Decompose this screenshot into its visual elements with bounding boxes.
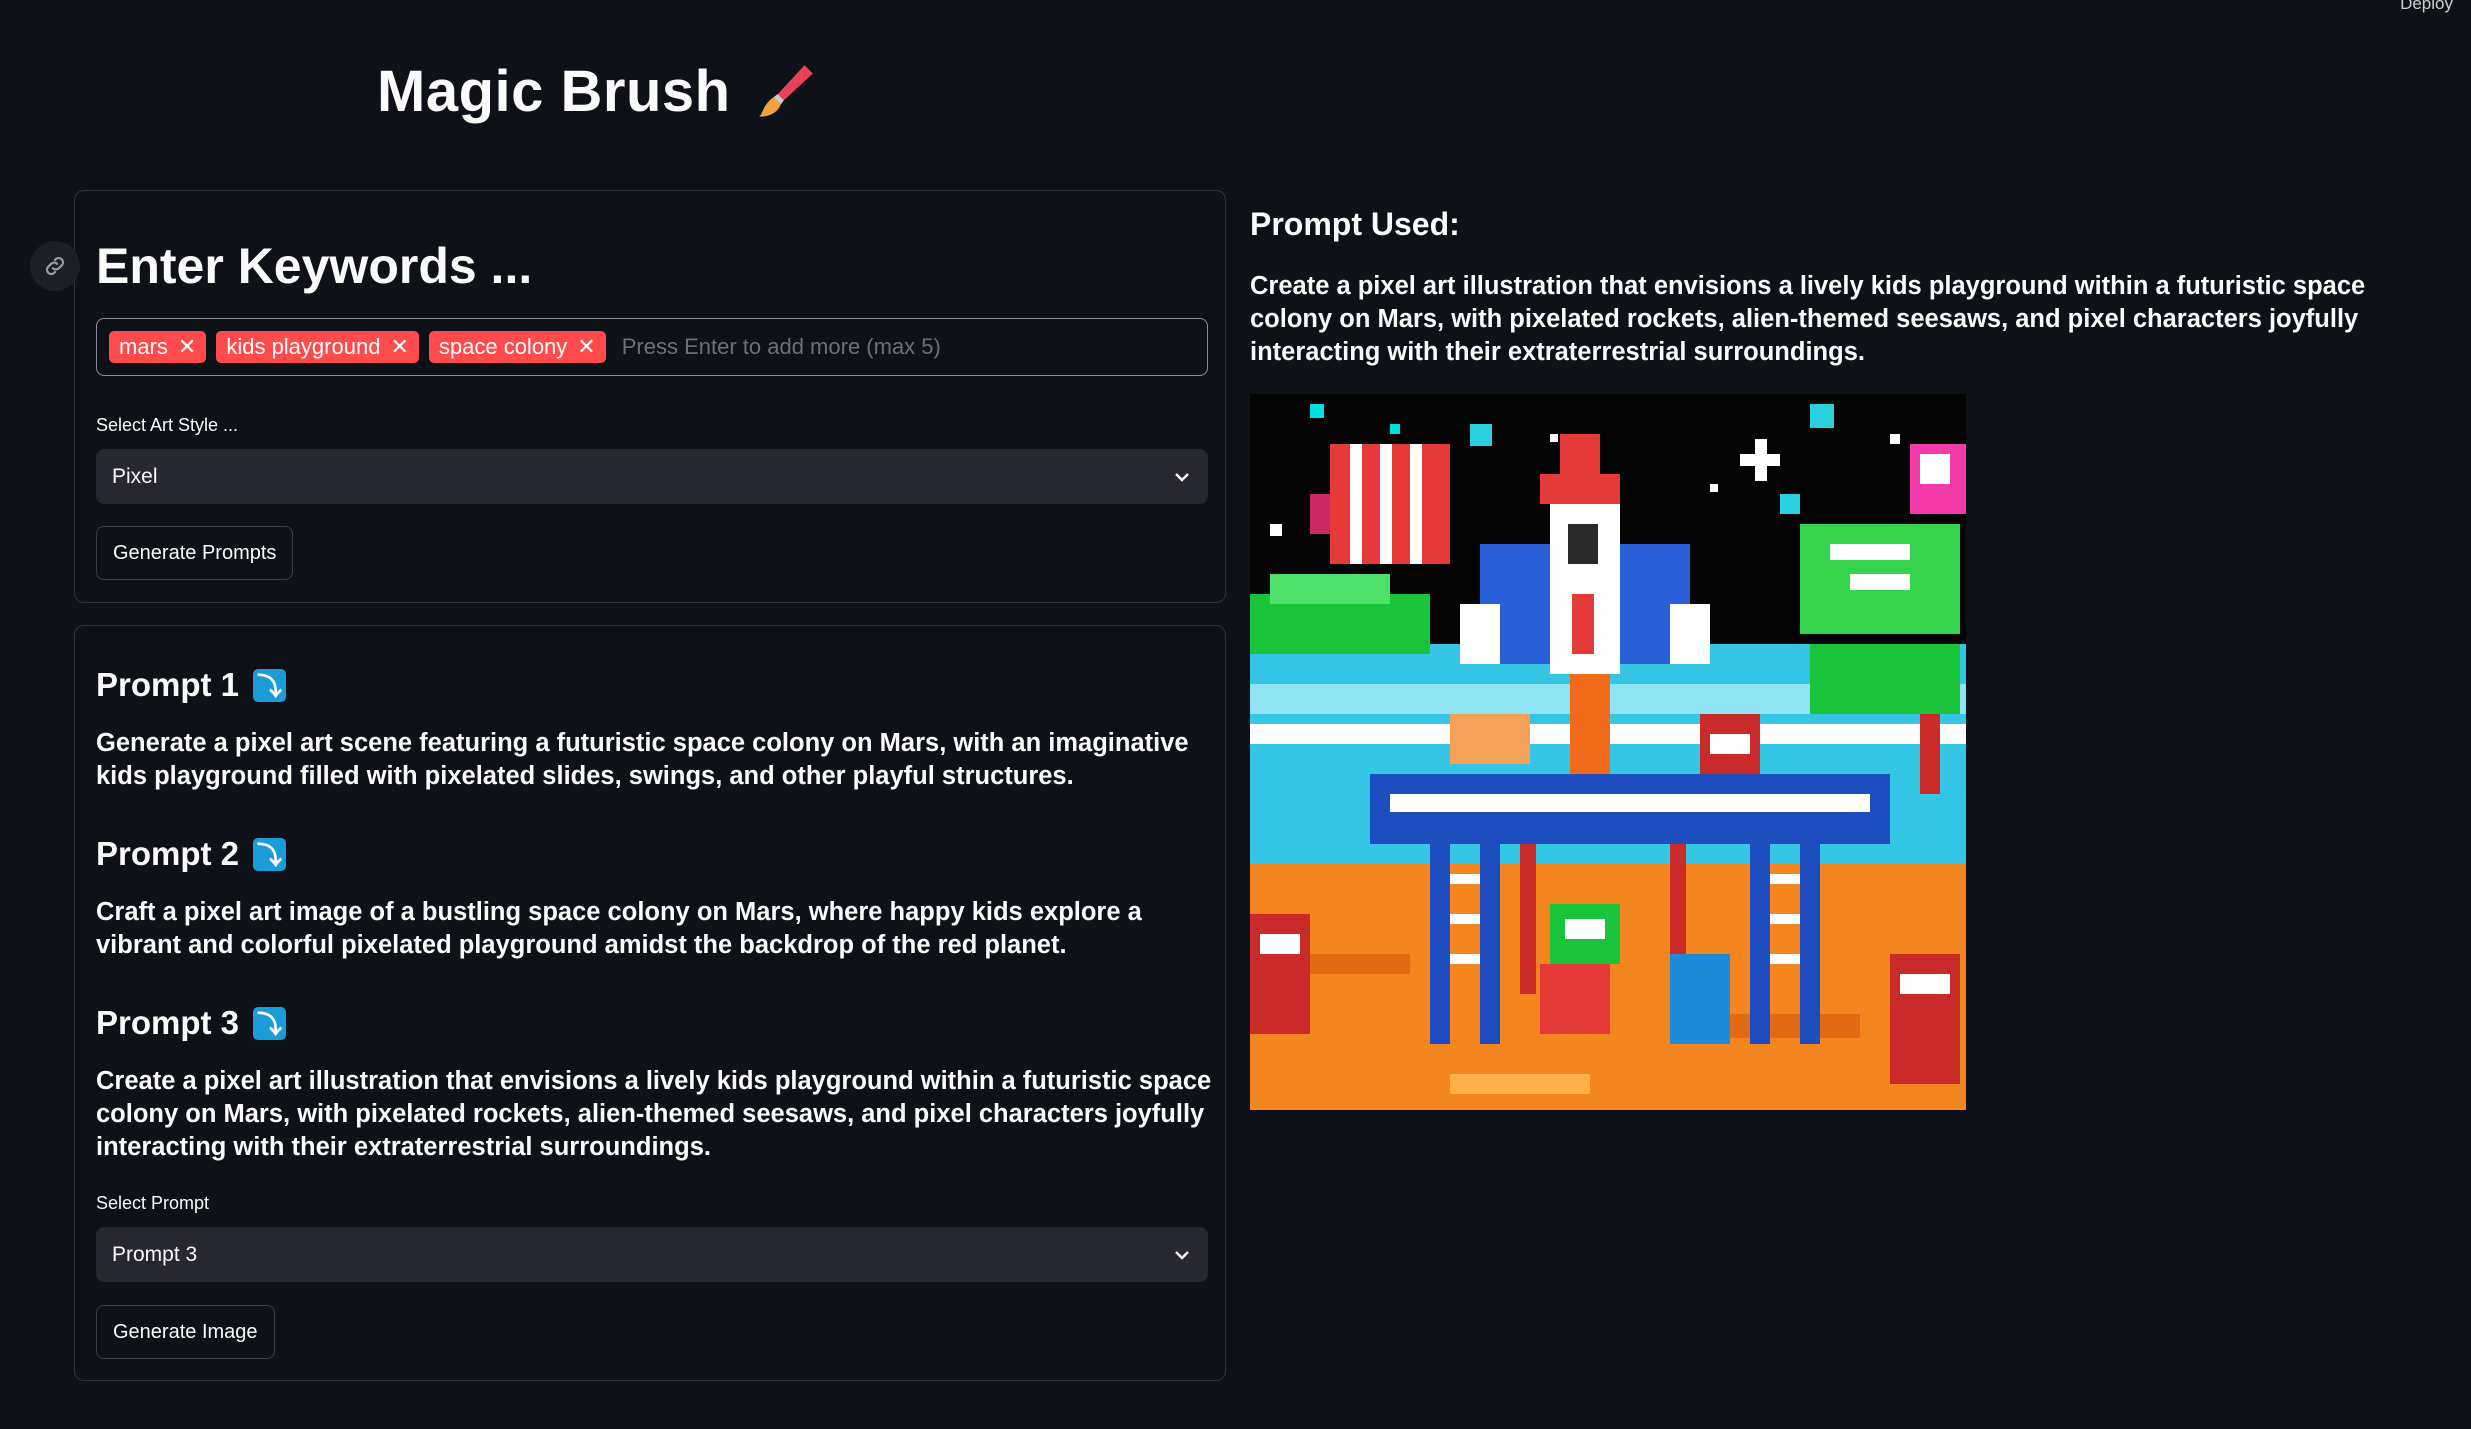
keyword-tag[interactable]: space colony ✕ [428, 331, 606, 363]
app-title: Magic Brush [377, 58, 819, 125]
prompt-title: Prompt 2 [96, 835, 240, 872]
keyword-tag[interactable]: kids playground ✕ [216, 331, 419, 363]
prompt-select[interactable]: Prompt 3 [96, 1227, 1208, 1282]
generate-prompts-button[interactable]: Generate Prompts [96, 526, 294, 580]
arrow-down-icon: ⤵ [253, 1006, 287, 1040]
arrow-down-icon: ⤵ [253, 837, 287, 871]
remove-tag-icon[interactable]: ✕ [577, 336, 595, 358]
prompt-2-text: Craft a pixel art image of a bustling sp… [96, 898, 1142, 959]
app-title-text: Magic Brush [377, 59, 731, 124]
paintbrush-icon [758, 64, 813, 117]
link-icon [45, 256, 65, 276]
deploy-button[interactable]: Deploy [2400, 0, 2453, 14]
anchor-link-button[interactable] [30, 241, 80, 291]
prompt-select-value: Prompt 3 [112, 1242, 198, 1266]
keyword-input-placeholder[interactable]: Press Enter to add more (max 5) [622, 334, 941, 360]
art-style-select[interactable]: Pixel [96, 449, 1208, 504]
keywords-heading: Enter Keywords ... [96, 238, 533, 294]
chevron-down-icon [1175, 1250, 1189, 1260]
prompt-used-heading: Prompt Used: [1250, 206, 1460, 242]
prompt-3-heading: Prompt 3 ⤵ [96, 1004, 287, 1042]
art-style-value: Pixel [112, 464, 158, 488]
chevron-down-icon [1175, 472, 1189, 482]
prompt-used-text: Create a pixel art illustration that env… [1250, 272, 2366, 366]
prompt-2-heading: Prompt 2 ⤵ [96, 835, 287, 873]
keyword-tag-label: mars [119, 334, 168, 359]
art-style-label: Select Art Style ... [96, 415, 239, 435]
select-prompt-label: Select Prompt [96, 1193, 210, 1213]
generated-pixel-art-image [1250, 394, 1966, 1110]
arrow-down-icon: ⤵ [253, 668, 287, 702]
prompt-title: Prompt 3 [96, 1004, 240, 1041]
keywords-tag-input[interactable]: mars ✕ kids playground ✕ space colony ✕ … [96, 318, 1208, 376]
remove-tag-icon[interactable]: ✕ [178, 336, 196, 358]
generate-image-button[interactable]: Generate Image [96, 1305, 275, 1359]
prompt-3-text: Create a pixel art illustration that env… [96, 1067, 1212, 1161]
prompt-1-text: Generate a pixel art scene featuring a f… [96, 729, 1189, 790]
keyword-tag-label: kids playground [226, 334, 381, 359]
keyword-tag[interactable]: mars ✕ [109, 331, 207, 363]
prompt-1-heading: Prompt 1 ⤵ [96, 666, 287, 704]
remove-tag-icon[interactable]: ✕ [390, 336, 408, 358]
prompt-title: Prompt 1 [96, 666, 240, 703]
keyword-tag-label: space colony [438, 334, 568, 359]
